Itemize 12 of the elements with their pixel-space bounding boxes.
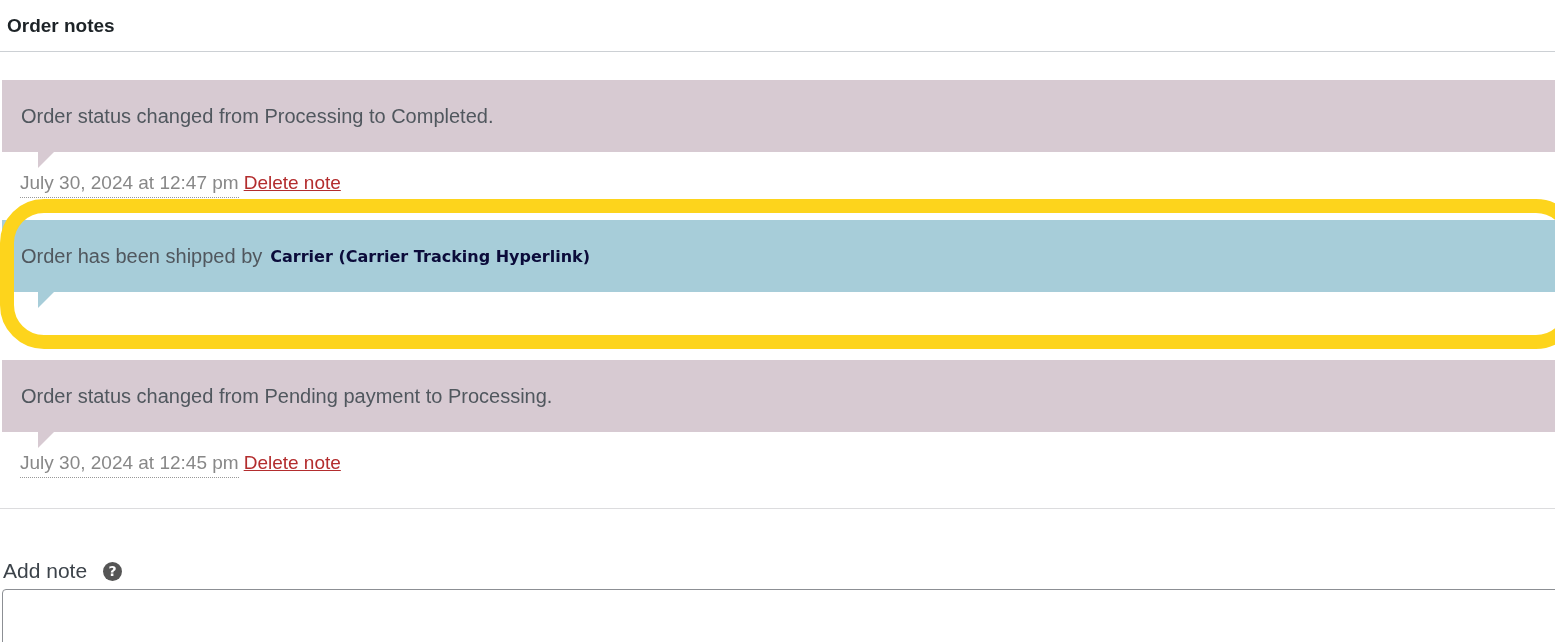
add-note-label: Add note [3, 559, 88, 583]
note-date: July 30, 2024 at 12:47 pm [20, 172, 239, 198]
help-icon[interactable]: ? [103, 561, 123, 581]
note-text: Order status changed from Processing to Completed. [21, 104, 494, 128]
delete-note-link[interactable]: Delete note [243, 452, 341, 478]
note-input-field[interactable] [2, 589, 1555, 642]
tracking-link[interactable]: Carrier (Carrier Tracking Hyperlink) [270, 246, 591, 266]
note-text: Order status changed from Pending payment to Processing. [21, 384, 553, 408]
note-text: Order has been shipped by [21, 244, 263, 268]
delete-note-link[interactable]: Delete note [243, 172, 341, 198]
note-date: July 30, 2024 at 12:45 pm [20, 452, 239, 478]
panel-title: Order notes [7, 14, 115, 37]
